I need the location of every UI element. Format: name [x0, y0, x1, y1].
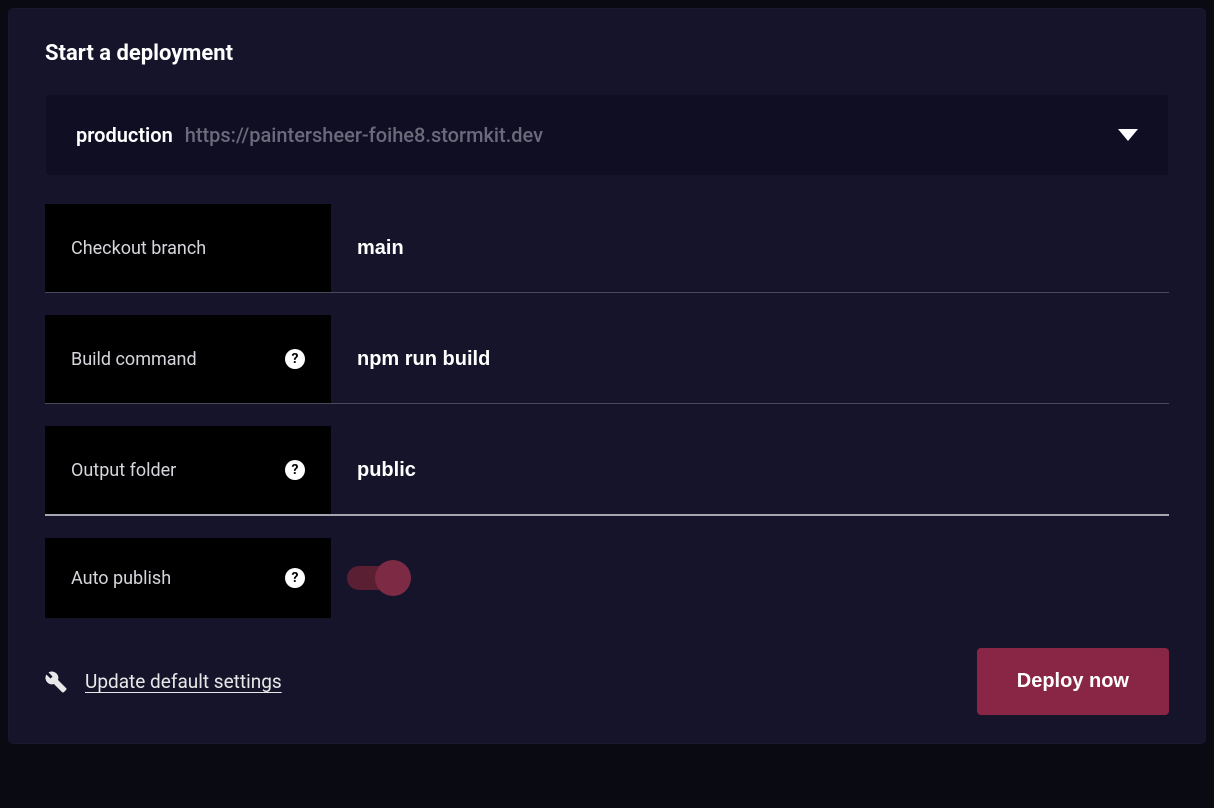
- panel-title: Start a deployment: [45, 41, 1169, 66]
- output-folder-input[interactable]: [331, 426, 1169, 514]
- update-settings-link[interactable]: Update default settings: [45, 670, 282, 693]
- chevron-down-icon: [1118, 129, 1138, 141]
- update-settings-label: Update default settings: [85, 670, 282, 693]
- deploy-now-button[interactable]: Deploy now: [977, 648, 1169, 715]
- checkout-branch-input[interactable]: [331, 204, 1169, 292]
- label-checkout-branch: Checkout branch: [45, 204, 331, 292]
- label-output-folder: Output folder ?: [45, 426, 331, 514]
- help-icon[interactable]: ?: [285, 568, 305, 588]
- auto-publish-cell: [331, 538, 1169, 618]
- help-icon[interactable]: ?: [285, 349, 305, 369]
- environment-url: https://paintersheer-foihe8.stormkit.dev: [185, 123, 543, 147]
- help-icon[interactable]: ?: [285, 460, 305, 480]
- environment-select[interactable]: production https://paintersheer-foihe8.s…: [45, 94, 1169, 176]
- deployment-panel: Start a deployment production https://pa…: [8, 8, 1206, 744]
- panel-footer: Update default settings Deploy now: [45, 648, 1169, 715]
- row-build-command: Build command ?: [45, 315, 1169, 404]
- row-auto-publish: Auto publish ?: [45, 538, 1169, 618]
- auto-publish-toggle[interactable]: [347, 566, 401, 590]
- label-build-command: Build command ?: [45, 315, 331, 403]
- toggle-knob: [375, 560, 411, 596]
- row-checkout-branch: Checkout branch: [45, 204, 1169, 293]
- label-auto-publish: Auto publish ?: [45, 538, 331, 618]
- environment-display: production https://paintersheer-foihe8.s…: [76, 123, 543, 147]
- build-command-input[interactable]: [331, 315, 1169, 403]
- row-output-folder: Output folder ?: [45, 426, 1169, 516]
- environment-name: production: [76, 123, 173, 147]
- wrench-icon: [45, 671, 67, 693]
